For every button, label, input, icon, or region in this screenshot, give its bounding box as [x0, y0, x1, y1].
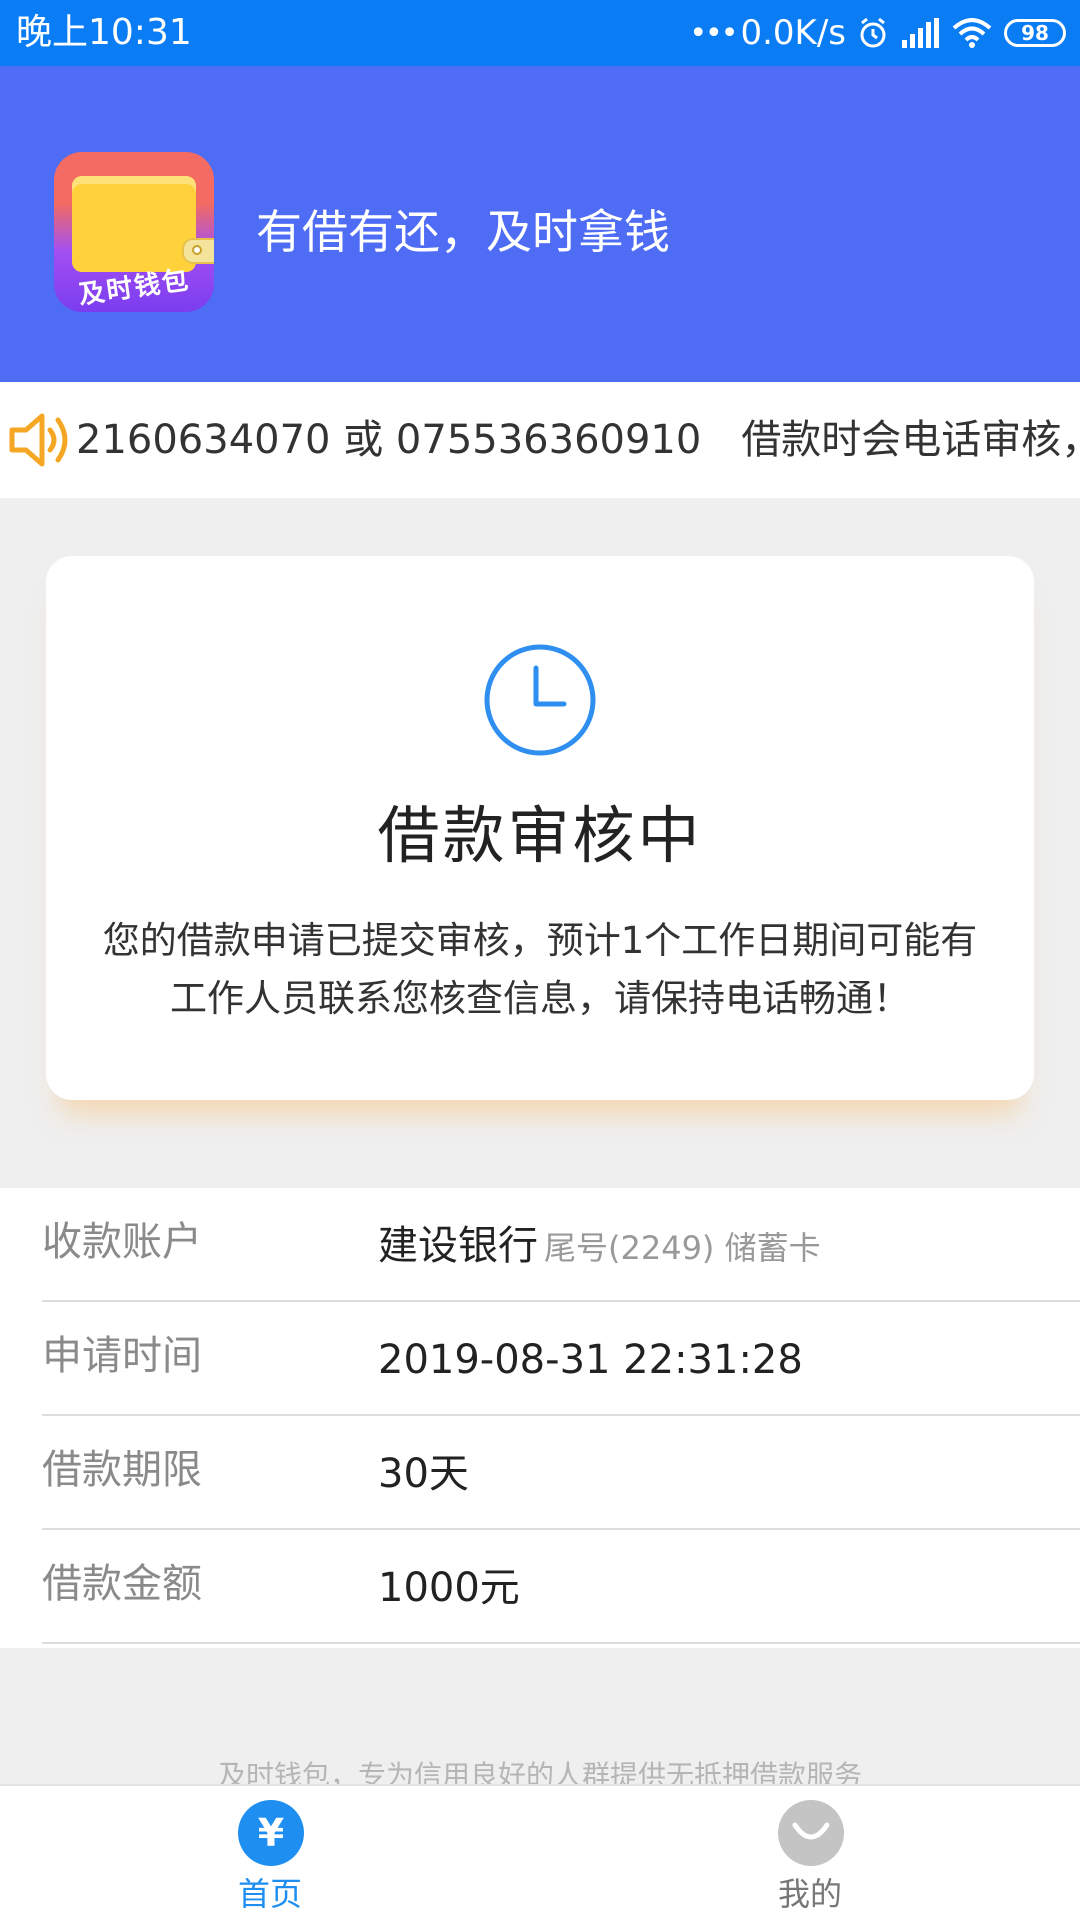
wifi-icon	[952, 18, 992, 48]
detail-value: 1000元	[378, 1565, 520, 1611]
status-icons: ••• 0.0K/s 98	[689, 12, 1066, 54]
nav-item-mine[interactable]: 我的	[660, 1786, 960, 1922]
notice-marquee[interactable]: 2160634070 或 075536360910 借款时会电话审核，	[0, 382, 1080, 498]
bank-name: 建设银行	[378, 1223, 538, 1269]
review-status-card: 借款审核中 您的借款申请已提交审核，预计1个工作日期间可能有工作人员联系您核查信…	[46, 556, 1034, 1100]
card-info: 尾号(2249) 储蓄卡	[544, 1229, 821, 1267]
review-status-description: 您的借款申请已提交审核，预计1个工作日期间可能有工作人员联系您核查信息，请保持电…	[102, 919, 978, 1020]
nav-item-home[interactable]: ¥ 首页	[120, 1786, 420, 1922]
more-dots-icon: •••	[689, 15, 738, 51]
nav-label-home: 首页	[237, 1875, 302, 1913]
review-status-title: 借款审核中	[377, 799, 703, 872]
detail-row-apply-time: 申请时间 2019-08-31 22:31:28	[42, 1302, 1080, 1416]
detail-label: 借款金额	[42, 1561, 202, 1607]
detail-row-amount: 借款金额 1000元	[42, 1530, 1080, 1644]
detail-value: 2019-08-31 22:31:28	[378, 1337, 803, 1383]
nav-label-mine: 我的	[777, 1875, 842, 1913]
loan-details: 收款账户 建设银行 尾号(2249) 储蓄卡 申请时间 2019-08-31 22…	[0, 1188, 1080, 1648]
detail-label: 借款期限	[42, 1447, 202, 1493]
alarm-icon	[858, 17, 888, 49]
network-speed: 0.0K/s	[740, 13, 846, 53]
detail-label: 申请时间	[42, 1333, 202, 1379]
detail-row-term: 借款期限 30天	[42, 1416, 1080, 1530]
detail-label: 收款账户	[42, 1219, 202, 1265]
notice-text: 2160634070 或 075536360910 借款时会电话审核，	[76, 417, 1080, 463]
header-banner: 及时钱包 有借有还，及时拿钱	[0, 66, 1080, 382]
detail-value: 30天	[378, 1451, 469, 1497]
header-slogan: 有借有还，及时拿钱	[256, 205, 670, 259]
yen-icon: ¥	[238, 1800, 304, 1866]
status-bar: 晚上10:31 ••• 0.0K/s 98	[0, 0, 1080, 66]
detail-value: 建设银行 尾号(2249) 储蓄卡	[378, 1218, 821, 1276]
detail-row-account: 收款账户 建设银行 尾号(2249) 储蓄卡	[42, 1188, 1080, 1302]
battery-icon: 98	[1004, 19, 1066, 47]
signal-icon	[900, 18, 940, 48]
wallet-icon	[72, 176, 214, 272]
clock-icon	[482, 642, 598, 762]
status-time: 晚上10:31	[16, 12, 192, 53]
speaker-icon	[8, 408, 74, 476]
smile-icon	[778, 1800, 844, 1866]
app-logo: 及时钱包	[54, 152, 214, 312]
bottom-nav: ¥ 首页 我的	[0, 1784, 1080, 1922]
battery-level: 98	[1021, 21, 1049, 45]
